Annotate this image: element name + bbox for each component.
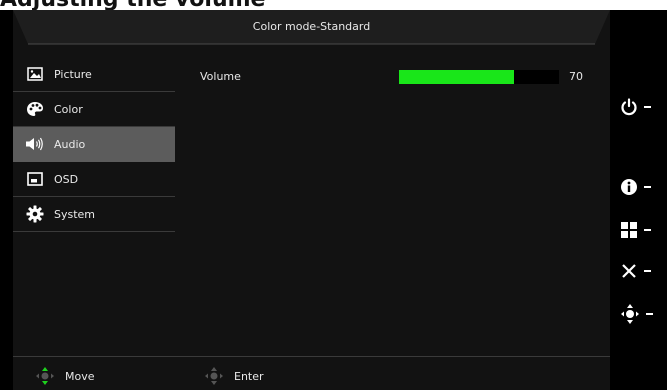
menu-item-label: Audio — [54, 137, 86, 151]
footer-enter-hint: Enter — [202, 366, 264, 386]
volume-slider[interactable] — [399, 70, 559, 84]
power-icon — [621, 98, 637, 116]
palette-icon — [24, 100, 46, 118]
volume-value: 70 — [569, 70, 583, 83]
footer-enter-label: Enter — [234, 369, 264, 383]
volume-slider-fill — [399, 70, 515, 84]
menu-item-label: Picture — [54, 67, 92, 81]
power-button-dash — [644, 106, 651, 108]
menu-item-system[interactable]: System — [13, 197, 175, 232]
joystick-move-icon — [36, 367, 54, 385]
joystick-button-dash — [646, 313, 653, 315]
menu-button[interactable] — [620, 219, 660, 241]
main-panel: Color mode-Standard Picture Color Audio … — [13, 10, 610, 390]
header-title: Color mode-Standard — [252, 20, 371, 33]
menu-item-label: System — [54, 207, 96, 221]
menu-item-label: OSD — [54, 172, 79, 186]
close-button-dash — [644, 270, 651, 272]
volume-row: Volume 70 — [200, 67, 596, 87]
close-icon — [622, 264, 636, 278]
picture-icon — [24, 65, 46, 83]
menu-item-color[interactable]: Color — [13, 92, 175, 127]
power-button[interactable] — [620, 96, 660, 118]
navigation-joystick-icon — [621, 304, 639, 324]
joystick-enter-icon — [205, 367, 223, 385]
menu-item-osd[interactable]: OSD — [13, 162, 175, 197]
osd-icon — [24, 170, 46, 188]
menu-item-picture[interactable]: Picture — [13, 57, 175, 92]
info-icon — [621, 179, 637, 195]
footer-divider — [13, 356, 610, 357]
osd-window: Color mode-Standard Picture Color Audio … — [0, 10, 667, 390]
volume-label: Volume — [200, 70, 241, 83]
menu-item-audio[interactable]: Audio — [13, 127, 175, 162]
menu-button-dash — [644, 229, 651, 231]
gear-icon — [24, 205, 46, 223]
close-button[interactable] — [620, 260, 660, 282]
info-button[interactable] — [620, 176, 660, 198]
speaker-icon — [24, 135, 46, 153]
menu-grid-icon — [621, 222, 637, 238]
joystick-button[interactable] — [620, 303, 660, 325]
info-button-dash — [644, 186, 651, 188]
footer-move-label: Move — [65, 369, 95, 383]
menu-item-label: Color — [54, 102, 83, 116]
footer-move-hint: Move — [33, 366, 95, 386]
side-menu: Picture Color Audio OSD System — [13, 57, 175, 232]
